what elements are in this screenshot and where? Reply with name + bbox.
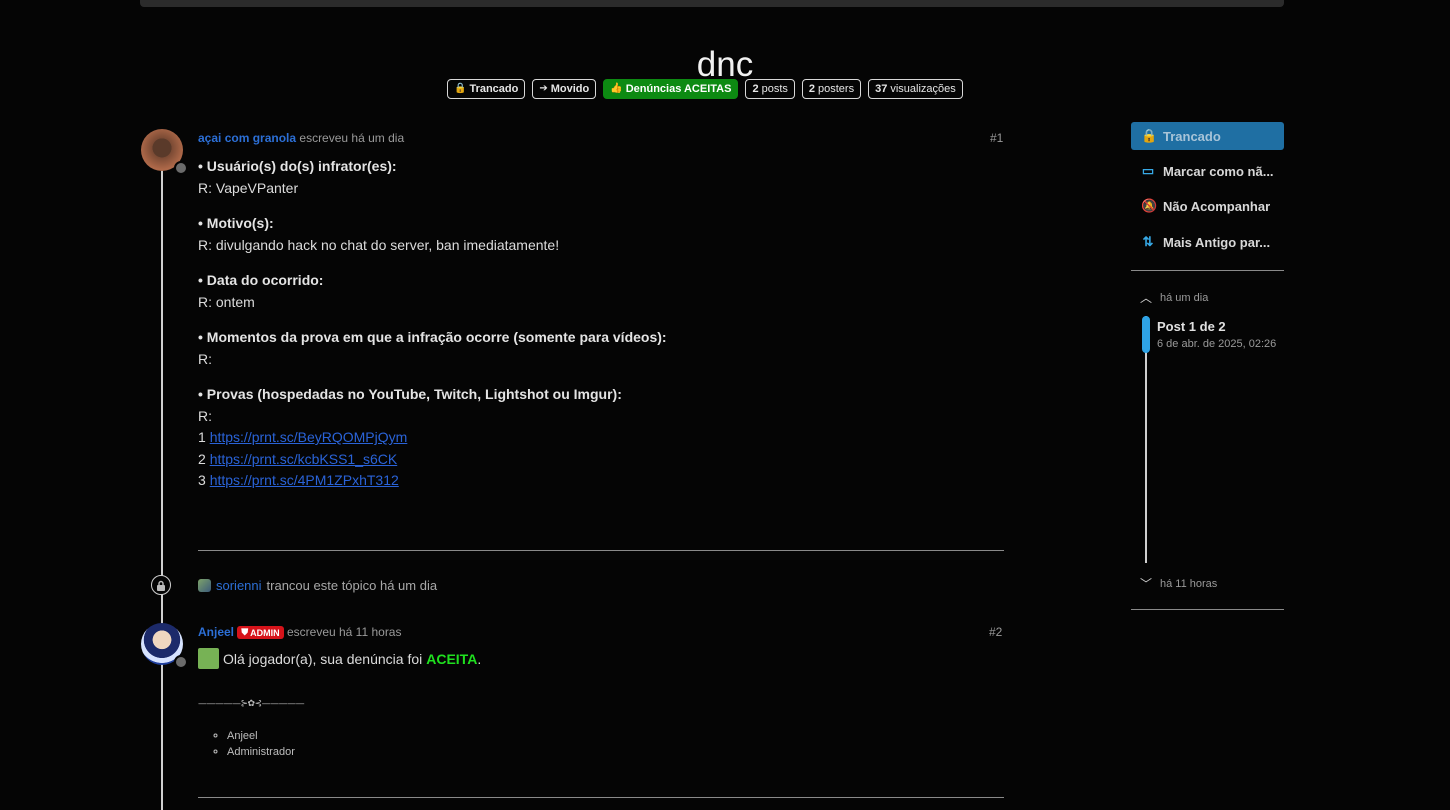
post-username[interactable]: açai com granola <box>198 131 296 145</box>
proof-link[interactable]: https://prnt.sc/kcbKSS1_s6CK <box>210 451 398 467</box>
unwatch-button[interactable]: 🔕 Não Acompanhar <box>1131 192 1284 220</box>
sidebar-divider <box>1131 270 1284 271</box>
reply-message: Olá jogador(a), sua denúncia foi ACEITA. <box>198 648 481 669</box>
inbox-icon: ▭ <box>1141 163 1155 178</box>
section-answer: R: divulgando hack no chat do server, ba… <box>198 236 560 253</box>
signature-list: Anjeel Administrador <box>212 728 295 760</box>
posts-count-badge: 2 posts <box>745 79 795 99</box>
section-heading: • Provas (hospedadas no YouTube, Twitch,… <box>198 386 622 402</box>
action-username[interactable]: sorienni <box>216 578 262 593</box>
lock-icon: 🔒 <box>1141 128 1158 143</box>
section-heading: • Data do ocorrido: <box>198 272 324 288</box>
signature-ornament: —————⊱✿⊰————— <box>198 699 305 709</box>
timeline-date: 6 de abr. de 2025, 02:26 <box>1157 338 1277 350</box>
mark-unread-button[interactable]: ▭ Marcar como nã... <box>1131 157 1284 185</box>
proof-line: 3 https://prnt.sc/4PM1ZPxhT312 <box>198 472 399 488</box>
proof-link[interactable]: https://prnt.sc/4PM1ZPxhT312 <box>210 472 399 488</box>
proof-line: 2 https://prnt.sc/kcbKSS1_s6CK <box>198 450 398 467</box>
bell-slash-icon: 🔕 <box>1141 198 1158 213</box>
action-text: trancou este tópico há um dia <box>266 578 438 593</box>
post-username[interactable]: Anjeel <box>198 625 234 639</box>
locked-badge: 🔒 Trancado <box>447 79 526 99</box>
section-answer: R: <box>198 407 212 424</box>
admin-badge[interactable]: ⛊ ADMIN <box>237 626 284 639</box>
post-time: escreveu há 11 horas <box>286 625 402 639</box>
post-meta: Anjeel ⛊ ADMIN escreveu há 11 horas <box>198 625 401 639</box>
lock-icon <box>151 575 171 595</box>
proof-link[interactable]: https://prnt.sc/BeyRQOMPjQym <box>210 429 408 445</box>
views-count-badge: 37 visualizações <box>868 79 963 99</box>
category-badge[interactable]: 👍 Denúncias ACEITAS <box>603 79 739 99</box>
post-number[interactable]: #1 <box>990 131 1003 145</box>
chevron-up-icon: ︿ <box>1140 291 1153 305</box>
shield-icon: ⛊ <box>241 627 249 637</box>
header-bar <box>140 0 1284 7</box>
avatar[interactable] <box>198 579 211 592</box>
chevron-down-icon: ﹀ <box>1140 577 1153 591</box>
arrow-circle-icon: ➔ <box>539 83 548 94</box>
sort-order-button[interactable]: ⇅ Mais Antigo par... <box>1131 228 1284 256</box>
sort-icon: ⇅ <box>1142 234 1154 249</box>
lock-icon: 🔒 <box>454 83 467 94</box>
section-answer: R: <box>198 350 212 367</box>
green-square-emoji-icon <box>198 648 219 669</box>
timeline-bottom[interactable]: ﹀ há 11 horas <box>1140 575 1217 592</box>
timeline-handle[interactable] <box>1142 316 1150 353</box>
topic-badges: 🔒 Trancado ➔ Movido 👍 Denúncias ACEITAS … <box>447 79 963 99</box>
small-action-locked: sorienni trancou este tópico há um dia <box>198 578 437 593</box>
section-answer: R: VapeVPanter <box>198 179 299 196</box>
section-heading: • Motivo(s): <box>198 215 274 231</box>
post-number[interactable]: #2 <box>989 625 1002 639</box>
section-answer: R: ontem <box>198 293 255 310</box>
timeline-current: Post 1 de 2 <box>1157 319 1226 334</box>
online-status-dot <box>174 655 188 669</box>
section-heading: • Momentos da prova em que a infração oc… <box>198 329 667 345</box>
thumbs-up-icon: 👍 <box>610 83 623 94</box>
proof-line: 1 https://prnt.sc/BeyRQOMPjQym <box>198 429 408 445</box>
online-status-dot <box>174 161 188 175</box>
sidebar-divider <box>1131 609 1284 610</box>
section-heading: • Usuário(s) do(s) infrator(es): <box>198 158 397 174</box>
posters-count-badge: 2 posters <box>801 79 862 99</box>
post-stream-line <box>161 170 163 810</box>
post-divider <box>198 797 1004 798</box>
post-divider <box>198 550 1004 551</box>
post-body: • Usuário(s) do(s) infrator(es): R: Vape… <box>198 156 1004 492</box>
post-meta: açai com granola escreveu há um dia <box>198 131 404 145</box>
moved-badge: ➔ Movido <box>532 79 597 99</box>
signature-item: Administrador <box>227 744 295 760</box>
timeline-top[interactable]: ︿ há um dia <box>1140 289 1208 306</box>
timeline-track[interactable] <box>1145 316 1147 563</box>
signature-item: Anjeel <box>227 728 295 744</box>
locked-button[interactable]: 🔒 Trancado <box>1131 122 1284 150</box>
post-time: escreveu há um dia <box>299 131 405 145</box>
